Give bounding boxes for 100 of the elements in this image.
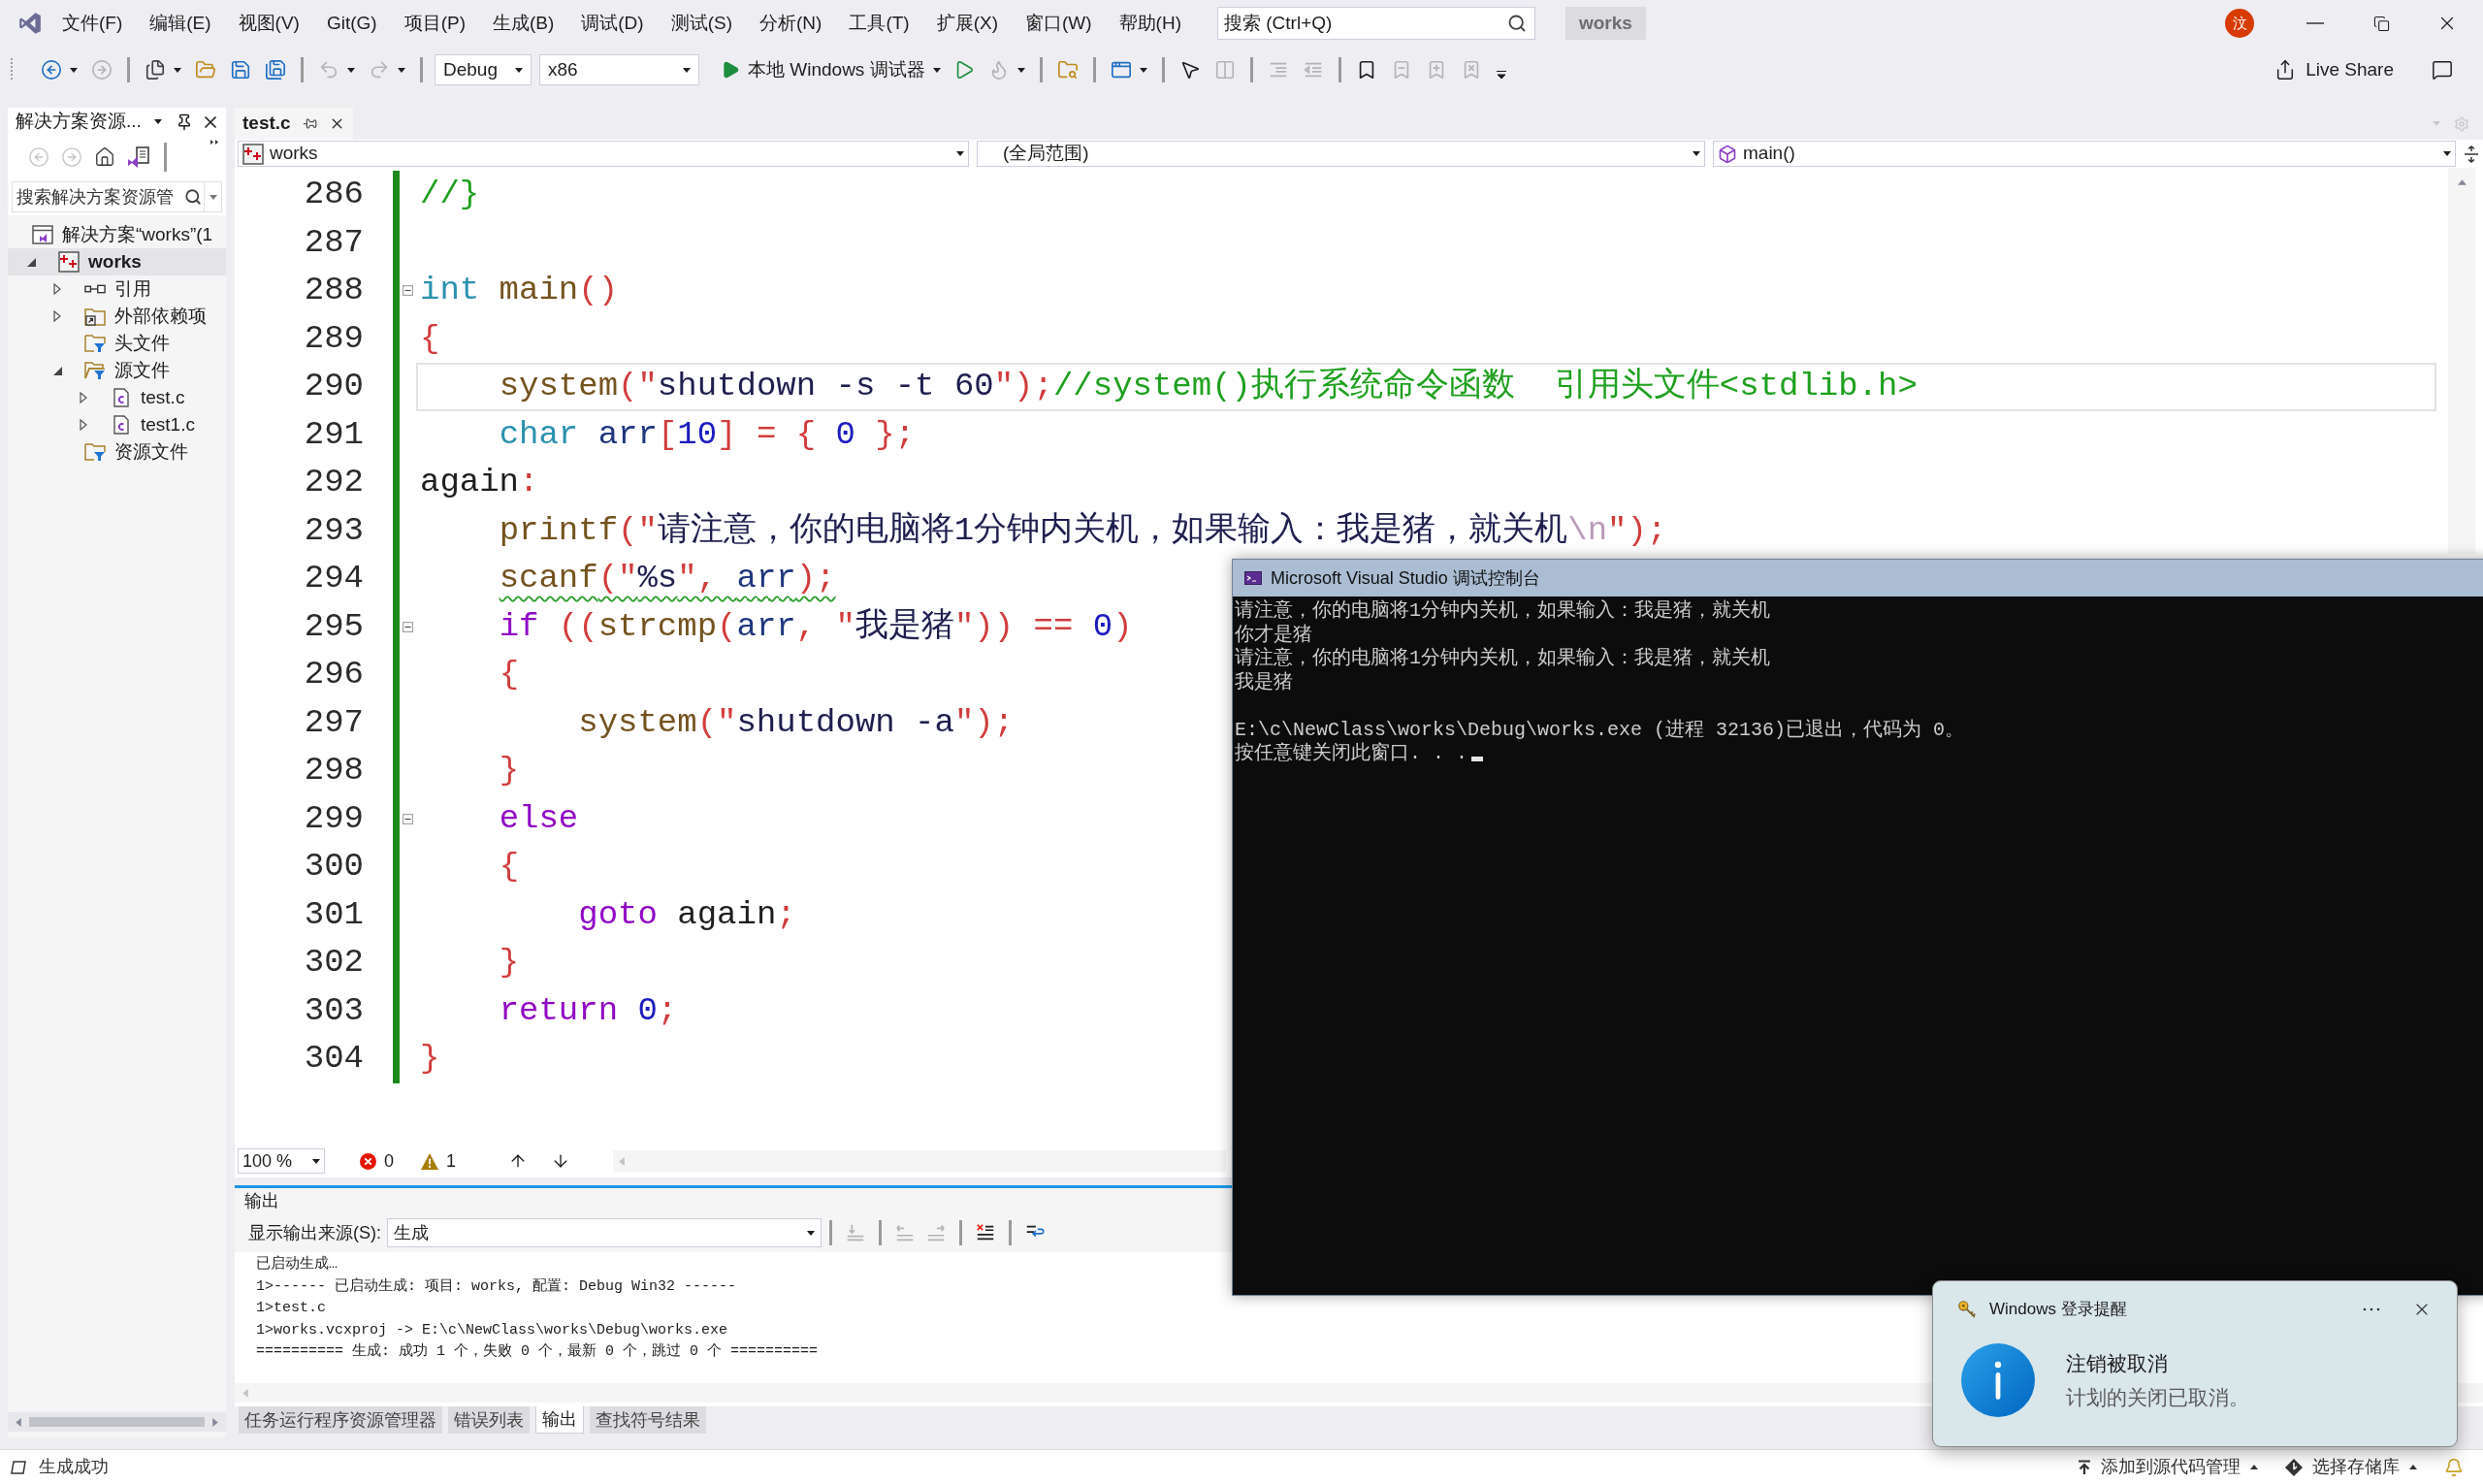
bell-icon[interactable] (2444, 1457, 2464, 1477)
menu-item[interactable]: Git(G) (312, 6, 391, 41)
editor-tab[interactable]: test.c (235, 108, 353, 140)
search-field[interactable]: 搜索 (Ctrl+Q) (1217, 7, 1535, 40)
overflow-icon[interactable] (1496, 70, 1506, 80)
pin-icon[interactable] (176, 113, 193, 131)
document-icon (113, 415, 129, 435)
menu-item[interactable]: 文件(F) (48, 6, 137, 41)
tree-item[interactable]: 资源文件 (8, 438, 226, 466)
caret-down-icon (174, 67, 181, 73)
search-icon (184, 188, 202, 206)
caret-up-icon (2250, 1465, 2258, 1469)
folder-funnel-icon (84, 442, 106, 462)
folder-open-funnel-icon (84, 361, 106, 380)
tree-item[interactable]: works (8, 248, 226, 275)
code-line: char arr[10] = { 0 }; (499, 414, 916, 455)
tree-item[interactable]: 外部依赖项 (8, 303, 226, 330)
toolbar-dropdown[interactable]: Debug (435, 54, 532, 85)
caret-down-icon (932, 67, 941, 73)
lines-right-arrow-icon (925, 1222, 947, 1243)
code-line: scanf("%s", arr); (499, 559, 836, 599)
circle-arrow-right-icon (61, 146, 82, 168)
line-number: 287 (304, 222, 364, 263)
line-number: 299 (304, 798, 364, 839)
menu-item[interactable]: 工具(T) (835, 6, 923, 41)
menu-item[interactable]: 编辑(E) (136, 6, 225, 41)
line-number: 303 (304, 990, 364, 1031)
tree-item[interactable]: test.c (8, 384, 226, 411)
line-number: 300 (304, 847, 364, 887)
circle-arrow-left-icon (28, 146, 49, 168)
overflow-icon[interactable] (210, 140, 218, 145)
menu-item[interactable]: 视图(V) (224, 6, 313, 41)
status-button[interactable]: 选择存储库 (2285, 1452, 2417, 1482)
scroll-right-icon (212, 1417, 218, 1427)
underline-arrow-icon (845, 1222, 866, 1243)
folder-open-icon (195, 59, 216, 81)
caret-down-icon (807, 1230, 815, 1236)
code-line: again: (420, 463, 539, 503)
navigation-dropdown[interactable]: (全局范围) (977, 141, 1705, 167)
caret-down-icon (2433, 121, 2440, 126)
tree-item[interactable]: 引用 (8, 275, 226, 303)
panel-tab[interactable]: 错误列表 (448, 1406, 530, 1434)
menu-item[interactable]: 测试(S) (657, 6, 746, 41)
collapse-icon[interactable] (403, 621, 413, 632)
menu-item[interactable]: 帮助(H) (1105, 6, 1195, 41)
tree-item[interactable]: 源文件 (8, 357, 226, 384)
search-options-button[interactable] (205, 181, 222, 212)
document-icon (113, 388, 129, 407)
columns-icon (1213, 59, 1236, 81)
panel-tab[interactable]: 输出 (535, 1406, 584, 1434)
undo-icon (318, 59, 339, 81)
circle-arrow-left-icon (41, 59, 62, 81)
search-field[interactable]: 搜索解决方案资源管 (12, 181, 205, 212)
menu-item[interactable]: 生成(B) (478, 6, 568, 41)
menu-item[interactable]: 扩展(X) (922, 6, 1012, 41)
collapse-icon[interactable] (403, 813, 413, 824)
code-line: goto again; (578, 894, 796, 935)
search-input[interactable]: 搜索 (Ctrl+Q) (1224, 9, 1507, 38)
caret-down-icon (312, 1158, 320, 1164)
scroll-left-icon (16, 1417, 21, 1427)
error-count: 0 (384, 1149, 394, 1173)
live-share-button[interactable]: Live Share (2267, 52, 2402, 87)
toolbar-dropdown[interactable]: x86 (539, 54, 699, 85)
diamond-icon (2285, 1458, 2303, 1476)
collapse-icon[interactable] (403, 285, 413, 297)
panel-tab[interactable]: 查找符号结果 (590, 1406, 706, 1434)
output-source-dropdown[interactable]: 生成 (387, 1218, 822, 1247)
panel-tab[interactable]: 任务运行程序资源管理器 (239, 1406, 442, 1434)
navigation-dropdown[interactable]: main() (1713, 141, 2456, 167)
avatar[interactable]: 汶 (2225, 9, 2254, 38)
console-line: 请注意，你的电脑将1分钟内关机，如果输入：我是猪，就关机 (1235, 647, 1770, 671)
run-button[interactable]: 本地 Windows 调试器 (715, 53, 947, 86)
speech-bubble-icon (2432, 59, 2453, 81)
navigation-dropdown[interactable]: works (238, 141, 969, 167)
warning-count: 1 (446, 1149, 457, 1173)
output-line: 已启动生成… (256, 1256, 338, 1273)
caret-down-icon (683, 67, 691, 73)
scroll-left-icon (242, 1388, 248, 1398)
line-number: 297 (304, 702, 364, 743)
menu-item[interactable]: 项目(P) (390, 6, 479, 41)
line-number: 293 (304, 510, 364, 551)
tree-item[interactable]: test1.c (8, 411, 226, 438)
caret-down-icon (1016, 67, 1025, 73)
split-icon[interactable] (2464, 145, 2479, 163)
code-line: else (499, 798, 579, 839)
zoom-dropdown[interactable]: 100 % (238, 1148, 325, 1174)
tree-item[interactable]: 头文件 (8, 330, 226, 357)
line-number: 288 (304, 271, 364, 311)
line-number: 289 (304, 318, 364, 359)
output-line: ========== 生成: 成功 1 个，失败 0 个，最新 0 个，跳过 0 个 ========== (256, 1343, 819, 1360)
line-number: 296 (304, 655, 364, 695)
code-line: //} (420, 175, 480, 215)
menu-item[interactable]: 分析(N) (746, 6, 836, 41)
warning-icon (421, 1152, 438, 1170)
menu-item[interactable]: 调试(D) (567, 6, 658, 41)
status-button[interactable]: 添加到源代码管理 (2078, 1452, 2258, 1482)
menu-item[interactable]: 窗口(W) (1012, 6, 1106, 41)
output-line: 1>test.c (256, 1300, 326, 1316)
code-line: int main() (420, 271, 619, 311)
tree-item[interactable]: 解决方案“works”(1 (8, 221, 226, 248)
